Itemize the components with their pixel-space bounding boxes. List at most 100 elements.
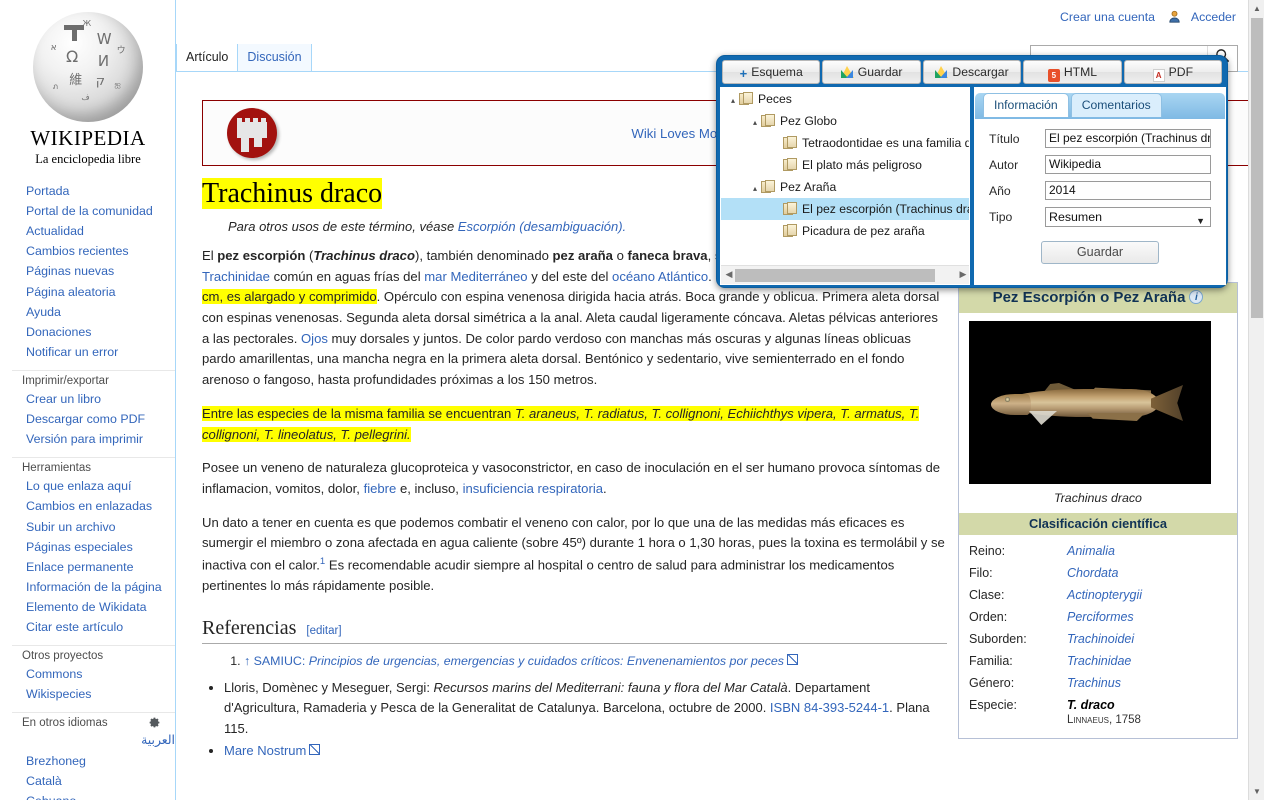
sidebar-link[interactable]: Páginas nuevas <box>26 264 114 278</box>
sidebar-link[interactable]: Elemento de Wikidata <box>26 600 147 614</box>
login-link[interactable]: Acceder <box>1191 10 1236 24</box>
sidebar-link[interactable]: Donaciones <box>26 325 91 339</box>
taxobox-value-link[interactable]: Actinopterygii <box>1067 588 1142 602</box>
tree-node[interactable]: ▴Pez Araña <box>721 176 969 198</box>
sidebar-link[interactable]: Enlace permanente <box>26 560 133 574</box>
scroll-down-icon[interactable]: ▼ <box>1249 783 1264 800</box>
link-fiebre[interactable]: fiebre <box>364 481 397 496</box>
tree-node[interactable]: ▴Pez Globo <box>721 110 969 132</box>
sidebar-link[interactable]: Portada <box>26 184 69 198</box>
sidebar-link[interactable]: Actualidad <box>26 224 84 238</box>
tab-comentarios[interactable]: Comentarios <box>1071 93 1162 117</box>
autor-field[interactable]: Wikipedia <box>1045 155 1211 174</box>
esquema-button[interactable]: +Esquema <box>722 60 820 84</box>
dablink-link[interactable]: Escorpión (desambiguación). <box>458 219 626 234</box>
expander-icon[interactable]: ▴ <box>749 112 761 132</box>
sidebar-link[interactable]: Información de la página <box>26 580 162 594</box>
tipo-select[interactable]: Resumen▼ <box>1045 207 1211 227</box>
tab-articulo[interactable]: Artículo <box>176 44 238 71</box>
sidebar-link[interactable]: Notificar un error <box>26 345 118 359</box>
edit-section-link[interactable]: [editar] <box>306 625 341 637</box>
sidebar-item-notificar-error[interactable]: Notificar un error <box>26 342 175 362</box>
sidebar-item-lo-que-enlaza[interactable]: Lo que enlaza aquí <box>26 476 175 496</box>
link-atlantico[interactable]: océano Atlántico <box>612 269 708 284</box>
taxobox-value-link[interactable]: Trachinoidei <box>1067 632 1134 646</box>
guardar-button[interactable]: Guardar <box>822 60 920 84</box>
tree-node[interactable]: ▴Peces <box>721 88 969 110</box>
taxobox-value-link[interactable]: Animalia <box>1067 544 1115 558</box>
sidebar-link[interactable]: Lo que enlaza aquí <box>26 479 131 493</box>
sidebar-item-lang-ca[interactable]: Català <box>26 771 175 791</box>
sidebar-link[interactable]: Página aleatoria <box>26 285 116 299</box>
expander-icon[interactable]: ▴ <box>727 90 739 110</box>
tab-informacion[interactable]: Información <box>983 93 1069 117</box>
sidebar-item-cambios-recientes[interactable]: Cambios recientes <box>26 241 175 261</box>
create-account-link[interactable]: Crear una cuenta <box>1060 10 1155 24</box>
expander-icon[interactable]: ▴ <box>749 178 761 198</box>
sidebar-item-paginas-especiales[interactable]: Páginas especiales <box>26 537 175 557</box>
anio-field[interactable]: 2014 <box>1045 181 1211 200</box>
link-trachinidae[interactable]: Trachinidae <box>202 269 270 284</box>
sidebar-link[interactable]: Commons <box>26 667 82 681</box>
ref-source[interactable]: SAMIUC: <box>254 654 306 668</box>
chevron-down-icon[interactable]: ▼ <box>1196 212 1205 230</box>
sidebar-link[interactable]: Wikispecies <box>26 687 91 701</box>
mare-nostrum-link[interactable]: Mare Nostrum <box>224 743 320 758</box>
descargar-button[interactable]: Descargar <box>923 60 1021 84</box>
sidebar-item-cambios-enlazadas[interactable]: Cambios en enlazadas <box>26 496 175 516</box>
taxobox-value-link[interactable]: Chordata <box>1067 566 1118 580</box>
tree-horizontal-scrollbar[interactable]: ◀ ▶ <box>721 265 970 284</box>
sidebar-item-donaciones[interactable]: Donaciones <box>26 322 175 342</box>
sidebar-item-crear-libro[interactable]: Crear un libro <box>26 389 175 409</box>
tab-discusion[interactable]: Discusión <box>238 44 311 71</box>
sidebar-link[interactable]: Brezhoneg <box>26 754 86 768</box>
sidebar-link[interactable]: العربية <box>141 733 175 747</box>
sidebar-link[interactable]: Català <box>26 774 62 788</box>
info-icon[interactable]: i <box>1189 290 1203 304</box>
link-insuficiencia-respiratoria[interactable]: insuficiencia respiratoria <box>463 481 603 496</box>
sidebar-item-actualidad[interactable]: Actualidad <box>26 221 175 241</box>
sidebar-link[interactable]: Portal de la comunidad <box>26 204 153 218</box>
sidebar-link[interactable]: Crear un libro <box>26 392 101 406</box>
sidebar-item-ayuda[interactable]: Ayuda <box>26 302 175 322</box>
backlink-arrow[interactable]: ↑ <box>244 654 250 668</box>
isbn-link[interactable]: ISBN <box>770 700 800 715</box>
sidebar-link[interactable]: Subir un archivo <box>26 520 116 534</box>
titulo-field[interactable]: El pez escorpión (Trachinus dra <box>1045 129 1211 148</box>
taxobox-value-link[interactable]: Perciformes <box>1067 610 1134 624</box>
scroll-up-icon[interactable]: ▲ <box>1249 0 1264 17</box>
scrollbar-thumb[interactable] <box>735 269 935 282</box>
link-mediterraneo[interactable]: mar Mediterráneo <box>424 269 527 284</box>
taxobox-value-link[interactable]: Trachinidae <box>1067 654 1131 668</box>
tree-node[interactable]: Picadura de pez araña <box>721 220 969 242</box>
ref-title-link[interactable]: Principios de urgencias, emergencias y c… <box>309 654 798 668</box>
sidebar-item-portal-comunidad[interactable]: Portal de la comunidad <box>26 201 175 221</box>
sidebar-item-portada[interactable]: Portada <box>26 181 175 201</box>
tree-node-selected[interactable]: El pez escorpión (Trachinus dra <box>721 198 969 220</box>
sidebar-item-lang-ceb[interactable]: Cebuano <box>26 791 175 800</box>
scrollbar-thumb[interactable] <box>1251 18 1263 318</box>
sidebar-link[interactable]: Cambios en enlazadas <box>26 499 152 513</box>
sidebar-item-lang-ar[interactable]: العربية <box>26 731 175 750</box>
tree-node[interactable]: El plato más peligroso <box>721 154 969 176</box>
pdf-button[interactable]: APDF <box>1124 60 1222 84</box>
tree-node[interactable]: Tetraodontidae es una familia d <box>721 132 969 154</box>
sidebar-link[interactable]: Citar este artículo <box>26 620 123 634</box>
scroll-right-icon[interactable]: ▶ <box>957 269 969 280</box>
sidebar-item-wikispecies[interactable]: Wikispecies <box>26 684 175 704</box>
esquema-tree[interactable]: ▴Peces ▴Pez Globo Tetraodontidae es una … <box>720 87 970 285</box>
save-button[interactable]: Guardar <box>1041 241 1159 264</box>
sidebar-item-enlace-permanente[interactable]: Enlace permanente <box>26 557 175 577</box>
taxobox-value-link[interactable]: Trachinus <box>1067 676 1121 690</box>
sidebar-item-elemento-wikidata[interactable]: Elemento de Wikidata <box>26 597 175 617</box>
sidebar-item-descargar-pdf[interactable]: Descargar como PDF <box>26 409 175 429</box>
sidebar-item-version-imprimir[interactable]: Versión para imprimir <box>26 429 175 449</box>
sidebar-item-paginas-nuevas[interactable]: Páginas nuevas <box>26 261 175 281</box>
sidebar-item-pagina-aleatoria[interactable]: Página aleatoria <box>26 282 175 302</box>
sidebar-item-subir-archivo[interactable]: Subir un archivo <box>26 517 175 537</box>
sidebar-link[interactable]: Cebuano <box>26 794 76 800</box>
sidebar-item-informacion-pagina[interactable]: Información de la página <box>26 577 175 597</box>
sidebar-link[interactable]: Cambios recientes <box>26 244 129 258</box>
html-button[interactable]: 5HTML <box>1023 60 1121 84</box>
sidebar-item-commons[interactable]: Commons <box>26 664 175 684</box>
